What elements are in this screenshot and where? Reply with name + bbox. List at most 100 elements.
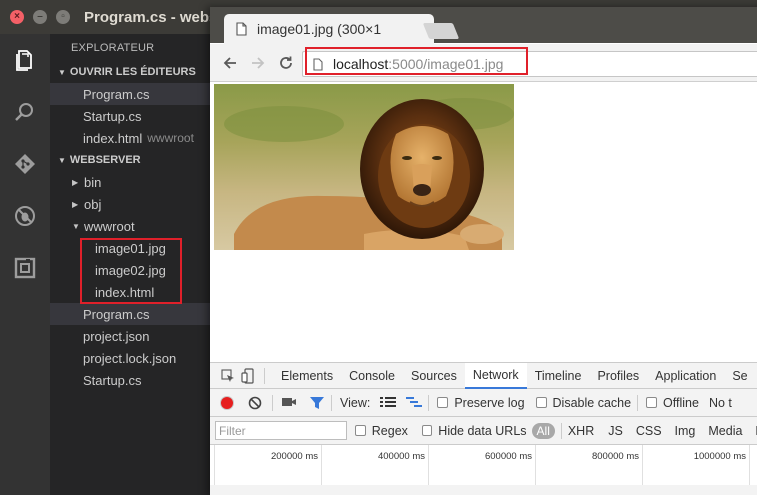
window-maximize-button[interactable]: ▫ — [56, 10, 70, 24]
browser-tabstrip: image01.jpg (300×1 — [210, 7, 757, 44]
type-filter-css[interactable]: CSS — [636, 424, 662, 438]
type-filter-js[interactable]: JS — [608, 424, 623, 438]
clear-button[interactable] — [248, 396, 262, 410]
devtools-tabbar: Elements Console Sources Network Timelin… — [210, 362, 757, 389]
overview-button[interactable] — [406, 396, 423, 410]
tree-file[interactable]: project.lock.json — [50, 347, 210, 369]
regex-checkbox[interactable] — [355, 425, 366, 436]
tree-folder-bin[interactable]: ▶ bin — [50, 171, 210, 193]
open-editor-item[interactable]: Program.cs — [50, 83, 210, 105]
reload-button[interactable] — [274, 51, 298, 75]
timeline-tick-label: 200000 ms — [270, 451, 318, 462]
device-toolbar-icon[interactable] — [238, 367, 258, 385]
record-button[interactable] — [220, 395, 234, 410]
inspect-element-icon[interactable] — [218, 367, 238, 385]
type-filter-xhr[interactable]: XHR — [568, 424, 594, 438]
tree-file[interactable]: project.json — [50, 325, 210, 347]
timeline-tick-label: 600000 ms — [484, 451, 532, 462]
arrow-right-icon — [252, 56, 265, 69]
view-label: View: — [340, 395, 371, 410]
list-icon — [380, 396, 397, 407]
large-rows-button[interactable] — [380, 396, 397, 410]
tab-console[interactable]: Console — [341, 363, 403, 389]
tree-label: project.json — [83, 328, 150, 344]
activity-bar — [0, 34, 50, 495]
open-editor-item[interactable]: index.html wwwroot — [50, 127, 210, 149]
tree-file[interactable]: Program.cs — [50, 303, 210, 325]
forward-button[interactable] — [246, 51, 270, 75]
project-label: WEBSERVER — [69, 154, 141, 166]
tab-sources[interactable]: Sources — [403, 363, 465, 389]
type-filter-all[interactable]: All — [531, 422, 555, 439]
tab-network[interactable]: Network — [464, 362, 527, 389]
url-highlight-box — [305, 47, 528, 75]
tab-security[interactable]: Se — [724, 363, 755, 389]
preserve-log-checkbox[interactable] — [437, 397, 449, 408]
project-header[interactable]: ▼ WEBSERVER — [50, 149, 210, 171]
timeline-tick-label: 800000 ms — [591, 451, 639, 462]
network-overview: 200000 ms 400000 ms 600000 ms 800000 ms … — [210, 445, 757, 485]
chevron-down-icon: ▼ — [58, 155, 66, 165]
hide-data-urls-checkbox[interactable] — [421, 425, 433, 436]
git-icon[interactable] — [0, 138, 50, 190]
reload-icon — [280, 56, 292, 69]
tree-folder-obj[interactable]: ▶ obj — [50, 193, 210, 215]
tree-label: wwwroot — [84, 218, 135, 234]
hide-data-urls-label: Hide data URLs — [438, 423, 527, 438]
tree-folder-wwwroot[interactable]: ▼ wwwroot — [50, 215, 210, 237]
tree-label: bin — [84, 174, 102, 190]
toolbar-divider — [272, 394, 273, 411]
type-filter-img[interactable]: Img — [675, 424, 696, 438]
tab-application[interactable]: Application — [647, 363, 724, 389]
window-minimize-button[interactable]: – — [33, 10, 47, 24]
disable-cache-label: Disable cache — [552, 395, 632, 410]
open-editors-label: OUVRIR LES ÉDITEURS — [69, 66, 196, 78]
tab-elements[interactable]: Elements — [273, 363, 341, 389]
filter-input[interactable]: Filter — [215, 421, 348, 440]
screenshot-button[interactable] — [281, 396, 297, 410]
timeline-tick: 200000 ms — [214, 445, 321, 485]
page-viewport — [210, 83, 757, 363]
filter-button[interactable] — [309, 396, 325, 410]
tree-label: project.lock.json — [83, 350, 177, 366]
page-icon — [236, 22, 247, 36]
explorer-title: EXPLORATEUR — [71, 42, 155, 54]
tree-file[interactable]: Startup.cs — [50, 369, 210, 391]
vscode-window-title: Program.cs - webse — [84, 8, 226, 26]
wwwroot-highlight-box — [80, 238, 182, 304]
open-editor-name: index.html — [83, 130, 143, 146]
toolbar-divider — [428, 394, 430, 411]
tab-timeline[interactable]: Timeline — [527, 363, 590, 389]
new-tab-button[interactable] — [422, 23, 460, 39]
lion-image[interactable] — [214, 84, 514, 250]
explorer-icon[interactable] — [0, 34, 50, 86]
back-button[interactable] — [218, 51, 242, 75]
debug-icon[interactable] — [0, 190, 50, 242]
chevron-right-icon: ▶ — [72, 177, 79, 187]
regex-label: Regex — [371, 423, 408, 438]
clear-icon — [248, 396, 262, 409]
extensions-icon[interactable] — [0, 242, 50, 294]
open-editor-item[interactable]: Startup.cs — [50, 105, 210, 127]
offline-checkbox[interactable] — [646, 397, 658, 408]
tab-profiles[interactable]: Profiles — [589, 363, 647, 389]
type-filter-media[interactable]: Media — [708, 424, 742, 438]
timeline-tick-label: 400000 ms — [377, 451, 425, 462]
open-editors-header[interactable]: ▼ OUVRIR LES ÉDITEURS — [50, 61, 210, 83]
disable-cache-checkbox[interactable] — [535, 397, 547, 408]
browser-tab[interactable]: image01.jpg (300×1 — [224, 14, 434, 44]
chevron-down-icon: ▼ — [72, 221, 80, 231]
window-close-button[interactable]: × — [10, 10, 24, 24]
toolbar-divider — [560, 422, 562, 439]
chevron-down-icon: ▼ — [58, 67, 66, 77]
search-icon[interactable] — [0, 86, 50, 138]
tree-label: Startup.cs — [83, 372, 142, 388]
tree-label: obj — [84, 196, 102, 212]
browser-window: image01.jpg (300×1 localhost:5000/image0… — [210, 7, 757, 495]
tree-label: Program.cs — [83, 306, 150, 322]
timeline-tick-label: 1000000 ms — [693, 451, 746, 462]
toolbar-divider — [637, 394, 639, 411]
waterfall-icon — [406, 396, 423, 407]
network-controls: View: Preserve log Disable cache Offline… — [210, 389, 757, 417]
throttling-select[interactable]: No t — [709, 396, 732, 410]
